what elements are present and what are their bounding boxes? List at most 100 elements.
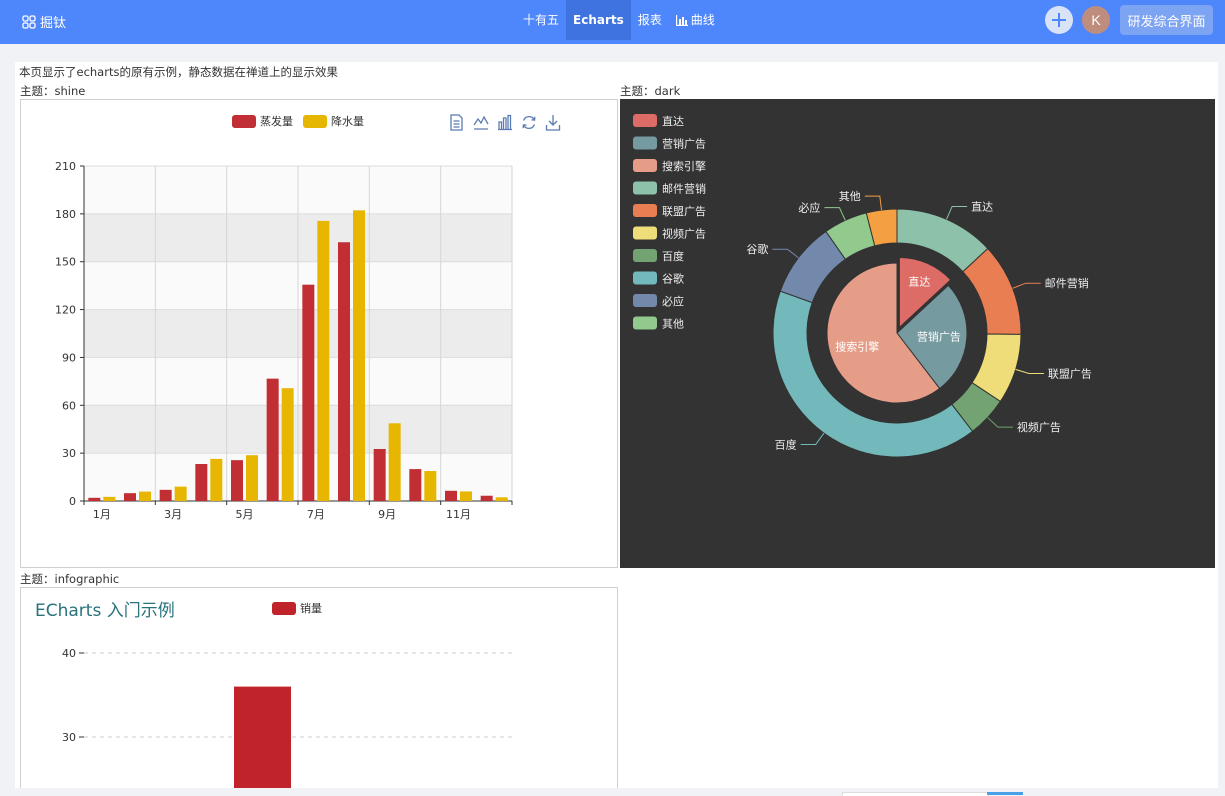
- bar-蒸发量-6月[interactable]: [266, 378, 279, 501]
- y-tick-label: 120: [55, 304, 76, 317]
- label-guide-line: [772, 248, 799, 259]
- legend-swatch[interactable]: [633, 114, 657, 127]
- add-button[interactable]: [1045, 6, 1073, 34]
- legend-swatch[interactable]: [303, 115, 327, 128]
- legend-label[interactable]: 搜索引擎: [662, 159, 706, 173]
- legend-swatch[interactable]: [633, 226, 657, 240]
- y-tick-label: 40: [62, 647, 76, 660]
- legend-swatch[interactable]: [633, 294, 657, 307]
- y-tick-label: 180: [55, 208, 76, 221]
- legend-swatch[interactable]: [633, 271, 657, 285]
- nav-label: 十有五: [523, 13, 560, 27]
- x-tick-label: 7月: [307, 508, 325, 521]
- legend-label[interactable]: 销量: [300, 601, 322, 615]
- bar-降水量-6月[interactable]: [281, 388, 294, 501]
- legend-label[interactable]: 谷歌: [662, 272, 684, 286]
- legend-swatch[interactable]: [232, 115, 256, 128]
- legend-label[interactable]: 必应: [662, 294, 684, 308]
- legend-label[interactable]: 降水量: [331, 114, 364, 128]
- legend-swatch[interactable]: [633, 316, 657, 330]
- nav-item-quxian[interactable]: 曲线: [669, 0, 722, 40]
- theme-shine-label: 主题：shine: [20, 84, 86, 98]
- bar-降水量-2月[interactable]: [139, 491, 151, 501]
- main-nav: 十有五 Echarts 报表 曲线: [516, 0, 722, 40]
- nav-label: 报表: [637, 13, 662, 27]
- label-guide-line: [864, 195, 883, 211]
- bar-降水量-7月[interactable]: [317, 220, 330, 501]
- bar-降水量-1月[interactable]: [103, 496, 116, 501]
- bar-降水量-8月[interactable]: [353, 210, 365, 501]
- bar-降水量-12月[interactable]: [495, 497, 508, 501]
- bar-降水量-4月[interactable]: [210, 458, 223, 501]
- bar-降水量-11月[interactable]: [460, 491, 472, 501]
- x-tick-label: 5月: [236, 508, 254, 521]
- nav-item-shiyouwu[interactable]: 十有五: [516, 0, 566, 40]
- legend-label[interactable]: 视频广告: [662, 227, 706, 241]
- bar-蒸发量-3月[interactable]: [159, 489, 172, 501]
- bar-蒸发量-7月[interactable]: [302, 284, 315, 501]
- dark-pie-chart[interactable]: 直达营销广告搜索引擎邮件营销联盟广告视频广告百度谷歌必应其他直达营销广告搜索引擎…: [620, 99, 1215, 568]
- bar-蒸发量-5月[interactable]: [231, 460, 243, 501]
- legend-label[interactable]: 其他: [662, 318, 684, 331]
- user-avatar[interactable]: K: [1082, 6, 1110, 34]
- outer-slice-label: 邮件营销: [1045, 276, 1089, 290]
- shine-bar-chart[interactable]: 0 30 60 90 120 150 180 210 1月 3月 5月 7月 9月 11月 蒸发量 降水量: [21, 100, 617, 567]
- legend-swatch[interactable]: [272, 602, 296, 615]
- bar-蒸发量-8月[interactable]: [338, 242, 350, 501]
- legend-swatch[interactable]: [633, 159, 657, 172]
- x-tick-label: 1月: [93, 508, 111, 521]
- portal-button[interactable]: 研发综合界面: [1120, 5, 1213, 35]
- legend-swatch[interactable]: [633, 181, 657, 195]
- legend-swatch[interactable]: [633, 249, 657, 262]
- save-icon[interactable]: [545, 115, 561, 131]
- x-tick-label: 9月: [378, 508, 396, 521]
- dark-chart-panel: 直达 营销广告 搜索引擎 邮件营销 联盟广告 视频广告 百度 谷歌 必应 其他 直达 营销广告 搜索引擎…: [620, 99, 1215, 568]
- brand[interactable]: 掘钛: [22, 12, 66, 31]
- y-tick-label: 60: [62, 399, 76, 412]
- bar-icon-path: [498, 114, 512, 131]
- bar-蒸发量-10月[interactable]: [409, 469, 422, 501]
- bar-icon[interactable]: [498, 114, 512, 131]
- nav-item-baobiao[interactable]: 报表: [631, 0, 669, 40]
- y-tick-label: 30: [62, 447, 76, 460]
- outer-slice-label: 必应: [798, 201, 820, 215]
- legend-label[interactable]: 蒸发量: [260, 114, 293, 128]
- bar-降水量-5月[interactable]: [246, 455, 258, 501]
- x-tick-label: 3月: [164, 508, 182, 521]
- infographic-bar-chart[interactable]: ECharts 入门示例 销量 30 40: [21, 588, 617, 790]
- bar-蒸发量-4月[interactable]: [195, 463, 208, 501]
- nav-label: Echarts: [573, 13, 624, 27]
- bar-蒸发量-1月[interactable]: [88, 497, 101, 501]
- legend-label[interactable]: 邮件营销: [662, 182, 706, 196]
- restore-icon[interactable]: [522, 116, 536, 129]
- bar-蒸发量-2月[interactable]: [124, 493, 136, 501]
- pager-input[interactable]: [842, 792, 989, 796]
- legend-label[interactable]: 直达: [662, 114, 684, 128]
- label-guide-line: [987, 417, 1013, 428]
- outer-slice-label: 直达: [971, 199, 993, 213]
- legend-swatch[interactable]: [633, 136, 657, 150]
- bar-蒸发量-12月[interactable]: [480, 495, 493, 501]
- label-guide-line: [824, 207, 846, 221]
- legend-swatch[interactable]: [633, 204, 657, 217]
- inner-slice-label: 直达: [908, 275, 930, 289]
- legend-label[interactable]: 联盟广告: [662, 205, 706, 218]
- y-tick-label: 210: [55, 160, 76, 173]
- bar-蒸发量-9月[interactable]: [373, 448, 386, 501]
- outer-slice-label: 视频广告: [1017, 420, 1061, 434]
- nav-item-echarts[interactable]: Echarts: [566, 0, 631, 40]
- theme-infographic-label: 主题：infographic: [20, 572, 120, 586]
- bar-销量[interactable]: [234, 686, 291, 790]
- data-view-icon[interactable]: [450, 114, 463, 131]
- bar-蒸发量-11月[interactable]: [445, 490, 457, 501]
- data-view-icon-path: [450, 114, 463, 131]
- line-icon[interactable]: [473, 115, 489, 130]
- label-guide-line: [800, 432, 825, 445]
- bar-降水量-3月[interactable]: [174, 486, 187, 501]
- theme-dark-label: 主题：dark: [620, 84, 681, 98]
- legend-label[interactable]: 营销广告: [662, 137, 706, 151]
- bar-降水量-10月[interactable]: [424, 471, 437, 501]
- legend-label[interactable]: 百度: [662, 249, 684, 263]
- inner-slice-label: 营销广告: [917, 329, 961, 343]
- bar-降水量-9月[interactable]: [388, 423, 401, 501]
